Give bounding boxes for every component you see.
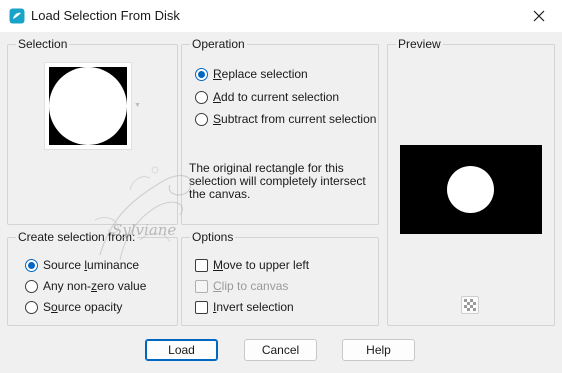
load-button[interactable]: Load bbox=[145, 339, 218, 361]
options-group-label: Options bbox=[190, 230, 236, 244]
checkbox-clip-to-canvas[interactable]: Clip to canvas bbox=[195, 279, 288, 293]
selection-thumbnail[interactable] bbox=[44, 62, 132, 150]
radio-replace-selection[interactable]: Replace selection bbox=[195, 67, 308, 81]
checkbox-invert-label: Invert selection bbox=[213, 300, 294, 314]
radio-subtract-from-selection[interactable]: Subtract from current selection bbox=[195, 112, 376, 126]
checkerboard-icon bbox=[464, 299, 476, 311]
checkbox-clip-label: Clip to canvas bbox=[213, 279, 289, 293]
preview-group-label: Preview bbox=[396, 37, 443, 51]
preview-toggle-button[interactable] bbox=[461, 296, 479, 314]
checkbox-invert-indicator[interactable] bbox=[195, 300, 208, 314]
radio-luminance-indicator[interactable] bbox=[25, 258, 38, 272]
radio-source-luminance[interactable]: Source luminance bbox=[25, 258, 139, 272]
checkbox-clip-indicator[interactable] bbox=[195, 279, 208, 293]
radio-subtract-label: Subtract from current selection bbox=[213, 112, 377, 126]
radio-replace-indicator[interactable] bbox=[195, 67, 208, 81]
close-button[interactable] bbox=[516, 0, 562, 32]
operation-info-text: The original rectangle for this selectio… bbox=[189, 161, 366, 201]
operation-group-label: Operation bbox=[190, 37, 247, 51]
radio-add-label: Add to current selection bbox=[213, 90, 340, 104]
preview-circle bbox=[447, 166, 494, 213]
checkbox-move-indicator[interactable] bbox=[195, 258, 208, 272]
checkbox-move-label: Move to upper left bbox=[213, 258, 310, 272]
selection-thumbnail-image bbox=[49, 67, 127, 145]
radio-non-zero-label: Any non-zero value bbox=[43, 279, 147, 293]
preview-canvas bbox=[400, 145, 542, 234]
paint-shop-icon bbox=[9, 8, 25, 24]
radio-luminance-label: Source luminance bbox=[43, 258, 140, 272]
radio-replace-label: Replace selection bbox=[213, 67, 308, 81]
radio-add-to-selection[interactable]: Add to current selection bbox=[195, 90, 339, 104]
close-icon bbox=[533, 10, 545, 22]
help-button[interactable]: Help bbox=[342, 339, 415, 361]
cancel-button[interactable]: Cancel bbox=[244, 339, 317, 361]
radio-opacity-label: Source opacity bbox=[43, 300, 123, 314]
radio-add-indicator[interactable] bbox=[195, 90, 208, 104]
radio-non-zero-indicator[interactable] bbox=[25, 279, 38, 293]
selection-group: Selection ▼ bbox=[7, 38, 178, 225]
radio-subtract-indicator[interactable] bbox=[195, 112, 208, 126]
selection-circle bbox=[49, 67, 127, 145]
selection-group-label: Selection bbox=[16, 37, 70, 51]
radio-any-non-zero[interactable]: Any non-zero value bbox=[25, 279, 146, 293]
create-selection-group-label: Create selection from: bbox=[16, 230, 138, 244]
checkbox-move-to-upper-left[interactable]: Move to upper left bbox=[195, 258, 309, 272]
title-bar: Load Selection From Disk bbox=[0, 0, 562, 32]
preview-group: Preview bbox=[387, 38, 555, 326]
window-title: Load Selection From Disk bbox=[31, 8, 180, 23]
thumbnail-dropdown-icon[interactable]: ▼ bbox=[134, 102, 141, 109]
checkbox-invert-selection[interactable]: Invert selection bbox=[195, 300, 294, 314]
radio-source-opacity[interactable]: Source opacity bbox=[25, 300, 122, 314]
radio-opacity-indicator[interactable] bbox=[25, 300, 38, 314]
